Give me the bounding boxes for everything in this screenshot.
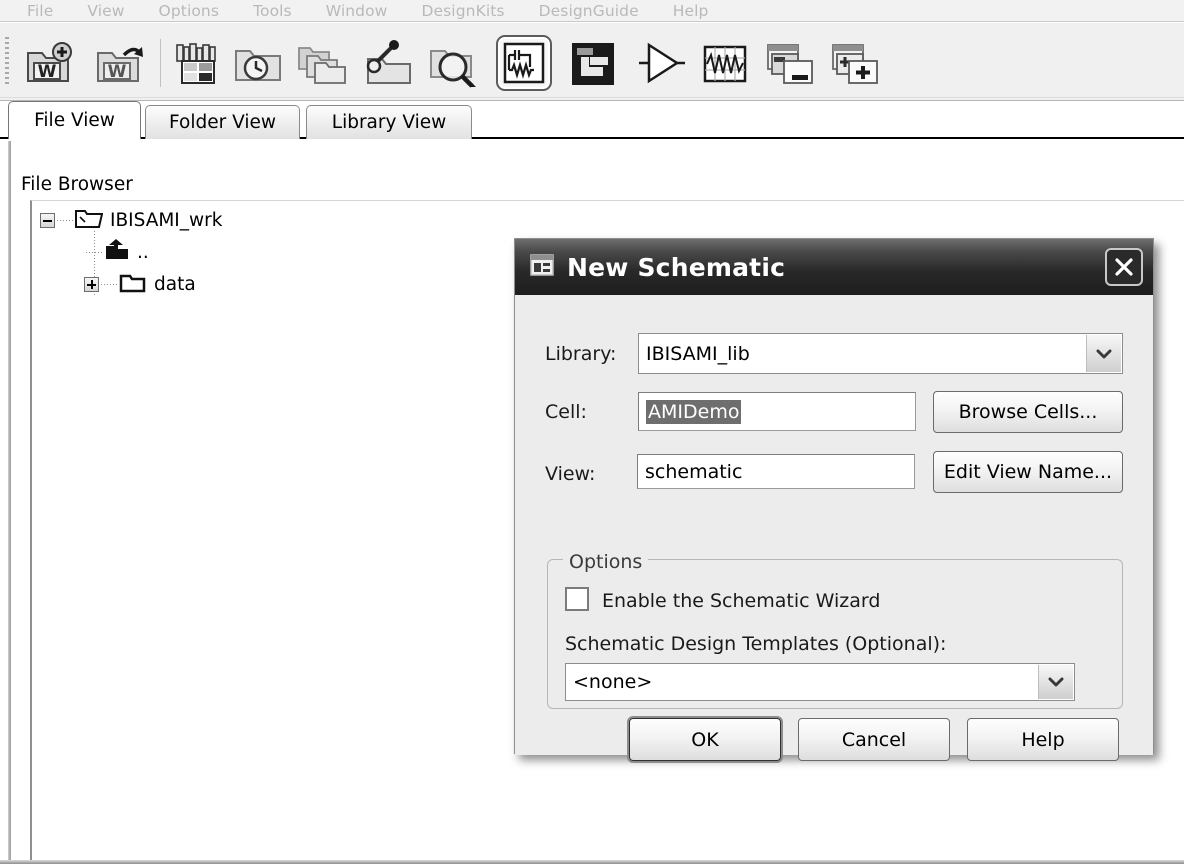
- chevron-down-icon[interactable]: [1038, 665, 1073, 699]
- add-window-icon[interactable]: [827, 35, 883, 91]
- tree-item-label: IBISAMI_wrk: [110, 210, 223, 231]
- cancel-label: Cancel: [841, 728, 907, 751]
- tab-library-view-label: Library View: [331, 112, 447, 133]
- menu-designkits[interactable]: DesignKits: [404, 2, 521, 20]
- view-tabs: File View Folder View Library View: [0, 101, 1184, 139]
- menu-options[interactable]: Options: [142, 2, 237, 20]
- open-folder-icon: [75, 207, 104, 234]
- toolbar-drag-handle[interactable]: [5, 37, 9, 87]
- tab-file-view-label: File View: [34, 110, 115, 131]
- dialog-body: Library: IBISAMI_lib Cell: AMIDemo Brows…: [515, 295, 1153, 761]
- design-kits-icon[interactable]: [168, 35, 224, 91]
- library-value: IBISAMI_lib: [646, 342, 750, 365]
- panel-bottom-edge: [0, 860, 1184, 864]
- menu-bar: File View Options Tools Window DesignKit…: [0, 0, 1184, 22]
- tree-item-label: data: [154, 274, 196, 295]
- ok-label: OK: [691, 728, 719, 751]
- new-schematic-icon[interactable]: [496, 35, 552, 91]
- tree-collapse-toggle[interactable]: [40, 213, 55, 228]
- close-icon[interactable]: [1105, 248, 1143, 286]
- ok-button[interactable]: OK: [629, 718, 781, 761]
- view-input[interactable]: schematic: [637, 454, 915, 489]
- design-templates-combobox[interactable]: <none>: [565, 663, 1075, 701]
- cell-input[interactable]: AMIDemo: [638, 392, 916, 431]
- browse-cells-label: Browse Cells...: [958, 401, 1098, 423]
- tree-dot-connector: [57, 220, 73, 221]
- tab-library-view[interactable]: Library View: [306, 105, 472, 139]
- toolbar-separator-1: [160, 39, 161, 87]
- dialog-title: New Schematic: [567, 252, 786, 282]
- design-templates-label: Schematic Design Templates (Optional):: [565, 633, 947, 655]
- tree-dot-connector: [86, 252, 102, 253]
- tree-expand-toggle[interactable]: [84, 277, 99, 292]
- svg-text:W: W: [38, 62, 57, 82]
- menu-tools[interactable]: Tools: [236, 2, 309, 20]
- browse-cells-button[interactable]: Browse Cells...: [933, 391, 1123, 433]
- tab-folder-view-label: Folder View: [169, 112, 276, 133]
- tree-dot-connector: [101, 284, 117, 285]
- new-schematic-dialog: New Schematic Library: IBISAMI_lib Cell:…: [514, 238, 1154, 761]
- close-window-icon[interactable]: [762, 35, 818, 91]
- help-button[interactable]: Help: [967, 718, 1119, 761]
- panel-left-edge: [8, 141, 11, 864]
- tree-item-data[interactable]: data: [84, 271, 196, 298]
- find-files-icon[interactable]: [425, 35, 481, 91]
- view-label: View:: [545, 463, 596, 485]
- new-symbol-icon[interactable]: [633, 35, 689, 91]
- dialog-title-bar[interactable]: New Schematic: [515, 239, 1153, 295]
- toolbar: W W: [0, 23, 1184, 101]
- design-templates-value: <none>: [573, 671, 653, 693]
- tree-item-label: ..: [137, 242, 149, 263]
- recent-workspaces-icon[interactable]: [230, 35, 286, 91]
- library-label: Library:: [545, 343, 617, 365]
- menu-help[interactable]: Help: [656, 2, 726, 20]
- tree-item-parent-dir[interactable]: ..: [84, 239, 149, 266]
- menu-file[interactable]: File: [10, 2, 70, 20]
- workspace-tools-icon[interactable]: [360, 35, 416, 91]
- folder-icon: [119, 271, 147, 298]
- schematic-window-icon: [529, 252, 555, 282]
- edit-view-name-button[interactable]: Edit View Name...: [933, 451, 1123, 493]
- edit-view-name-label: Edit View Name...: [943, 461, 1113, 483]
- cell-value: AMIDemo: [646, 399, 742, 424]
- cancel-button[interactable]: Cancel: [798, 718, 950, 761]
- chevron-down-icon[interactable]: [1086, 335, 1121, 372]
- new-workspace-icon[interactable]: W: [20, 35, 76, 91]
- menu-view[interactable]: View: [70, 2, 141, 20]
- help-label: Help: [1021, 728, 1065, 751]
- library-combobox[interactable]: IBISAMI_lib: [638, 333, 1123, 374]
- enable-schematic-wizard-checkbox[interactable]: [565, 587, 589, 611]
- cell-label: Cell:: [545, 401, 587, 423]
- menu-designguide[interactable]: DesignGuide: [522, 2, 656, 20]
- new-data-display-icon[interactable]: [697, 35, 753, 91]
- tab-file-view[interactable]: File View: [8, 101, 141, 139]
- tab-folder-view[interactable]: Folder View: [145, 105, 300, 139]
- copy-workspace-icon[interactable]: [295, 35, 351, 91]
- new-layout-icon[interactable]: [565, 35, 621, 91]
- open-workspace-icon[interactable]: W: [90, 35, 146, 91]
- menu-window[interactable]: Window: [309, 2, 405, 20]
- parent-folder-icon: [104, 239, 130, 266]
- options-legend: Options: [563, 551, 649, 573]
- view-value: schematic: [645, 460, 743, 483]
- enable-schematic-wizard-label: Enable the Schematic Wizard: [602, 590, 881, 612]
- tree-item-ibisami-wrk[interactable]: IBISAMI_wrk: [40, 207, 222, 234]
- file-browser-title: File Browser: [21, 174, 133, 195]
- svg-text:W: W: [108, 62, 127, 82]
